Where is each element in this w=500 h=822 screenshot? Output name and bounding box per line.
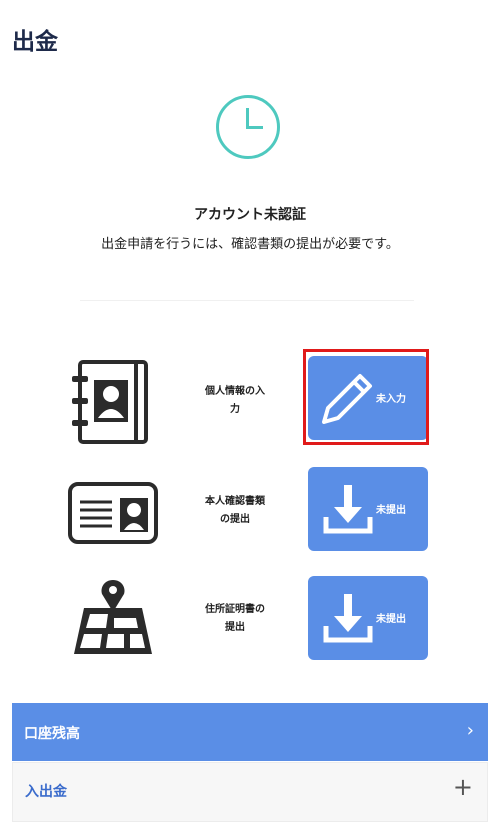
id-card-icon [68,482,158,544]
account-status-description: 出金申請を行うには、確認書類の提出が必要です。 [101,237,399,252]
chevron-right-icon: › [466,720,474,741]
account-status-title: アカウント未認証 [194,207,306,223]
account-balance-label: 口座残高 [24,726,80,742]
id-document-upload-button[interactable]: 未提出 [308,467,428,551]
address-book-icon [72,360,148,444]
plus-icon: + [452,773,473,801]
deposit-withdrawal-accordion[interactable]: 入出金 + [12,762,488,822]
download-icon [323,485,373,534]
page-title: 出金 [12,29,58,55]
step-id-document-label: 本人確認書類 の提出 [205,496,265,525]
clock-icon [216,95,280,159]
map-pin-icon [74,580,152,654]
step-address-proof-label: 住所証明書の 提出 [205,604,265,633]
account-balance-accordion[interactable]: 口座残高 › [12,703,488,761]
address-proof-upload-button[interactable]: 未提出 [308,576,428,660]
step-personal-info-label: 個人情報の入力 [205,386,265,415]
highlight-box [303,349,429,445]
divider [80,300,414,301]
deposit-withdrawal-label: 入出金 [25,784,67,800]
download-icon [323,594,373,643]
